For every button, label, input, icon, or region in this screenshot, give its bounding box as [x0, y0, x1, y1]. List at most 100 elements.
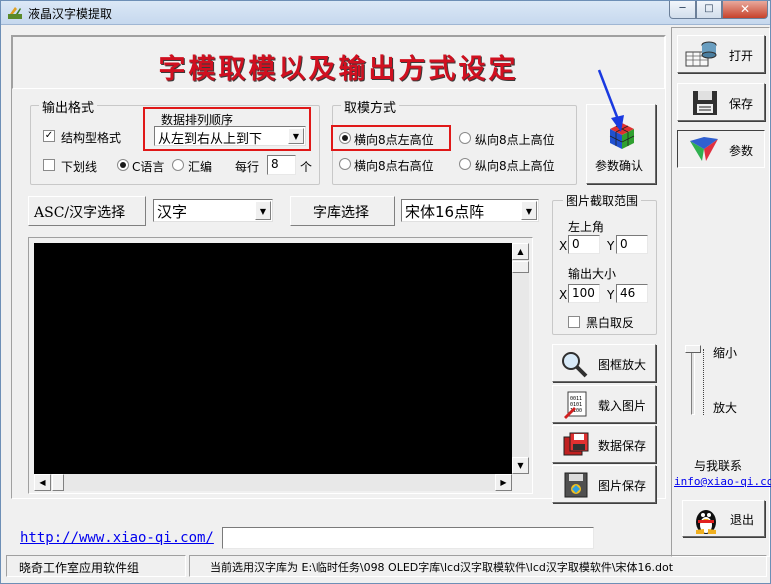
asm-radio[interactable]	[172, 159, 184, 171]
height-input[interactable]: 46	[616, 284, 648, 303]
exit-button[interactable]: 退出	[682, 500, 765, 537]
asc-select-label-box: ASC/汉字选择	[28, 196, 146, 226]
mode-label-v8-top-2: 纵向8点上高位	[475, 159, 555, 173]
scroll-thumb-vertical[interactable]	[512, 261, 529, 273]
chevron-down-icon[interactable]: ▼	[521, 201, 537, 220]
height-y-label: Y	[607, 288, 615, 302]
maximize-button[interactable]: □	[696, 1, 722, 19]
arrow-annotation-icon	[597, 69, 624, 132]
chevron-down-icon[interactable]: ▼	[288, 128, 304, 144]
mode-label-v8-top: 纵向8点上高位	[475, 133, 555, 147]
contact-email-link[interactable]: info@xiao-qi.com	[674, 475, 771, 488]
zoom-slider[interactable]	[683, 345, 705, 419]
top-left-label: 左上角	[568, 220, 605, 234]
asc-select-label: ASC/汉字选择	[34, 205, 126, 221]
status-bar-path: 当前选用汉字库为 E:\临时任务\098 OLED字库\lcd汉字取模软件\lc…	[189, 555, 767, 577]
c-lang-radio[interactable]	[117, 159, 129, 171]
save-label: 保存	[729, 97, 754, 111]
window-title: 液晶汉字模提取	[28, 7, 113, 21]
width-input[interactable]: 100	[568, 284, 600, 303]
top-left-y-input[interactable]: 0	[616, 235, 648, 254]
save-button[interactable]: 保存	[677, 83, 765, 121]
exit-label: 退出	[730, 513, 755, 527]
asc-select[interactable]: 汉字 ▼	[153, 199, 273, 222]
app-icon	[8, 7, 22, 19]
zoom-in-label: 放大	[713, 401, 738, 415]
scroll-left-button[interactable]: ◀	[34, 474, 51, 491]
zoom-box-button[interactable]: 图框放大	[552, 344, 656, 382]
y-label: Y	[607, 239, 615, 253]
open-database-icon	[685, 41, 717, 67]
banner-panel: 字模取模以及输出方式设定	[12, 36, 665, 89]
order-select-value: 从左到右从上到下	[158, 132, 263, 147]
vertical-scrollbar[interactable]: ▲ ▼	[512, 243, 529, 474]
open-label: 打开	[729, 49, 754, 63]
zoom-slider-ticks	[703, 349, 706, 415]
font-select-label: 字库选择	[313, 205, 369, 221]
mode-label-h8-left: 横向8点左高位	[354, 133, 434, 147]
struct-format-checkbox[interactable]: ✓	[43, 130, 55, 142]
url-input[interactable]	[222, 527, 594, 549]
horizontal-scrollbar[interactable]: ◀ ▶	[34, 474, 512, 491]
zoom-slider-thumb[interactable]	[685, 345, 701, 353]
asm-label: 汇编	[188, 160, 213, 174]
status-path-text: 当前选用汉字库为 E:\临时任务\098 OLED字库\lcd汉字取模软件\lc…	[210, 561, 674, 574]
c-lang-label: C语言	[132, 160, 165, 174]
output-size-label: 输出大小	[568, 267, 617, 281]
binary-file-icon: 0011 0101 1100	[564, 391, 587, 419]
font-select-label-box: 字库选择	[290, 196, 395, 226]
zoom-box-label: 图框放大	[598, 358, 647, 372]
mode-radio-v8-top[interactable]	[459, 132, 471, 144]
website-link[interactable]: http://www.xiao-qi.com/	[20, 530, 214, 546]
chevron-down-icon[interactable]: ▼	[255, 201, 271, 220]
mode-radio-h8-left[interactable]	[339, 132, 351, 144]
load-image-button[interactable]: 0011 0101 1100 载入图片	[552, 385, 656, 423]
mode-label-h8-right: 横向8点右高位	[354, 159, 434, 173]
title-bar[interactable]: 液晶汉字模提取 ─ □ ✕	[1, 1, 770, 25]
floppy-disk-icon	[563, 432, 589, 456]
invert-checkbox[interactable]	[568, 316, 580, 328]
open-button[interactable]: 打开	[677, 35, 765, 73]
order-select[interactable]: 从左到右从上到下 ▼	[154, 126, 306, 147]
status-bar-studio: 晓奇工作室应用软件组	[6, 555, 186, 577]
save-image-button[interactable]: 图片保存	[552, 465, 656, 503]
underline-label: 下划线	[61, 160, 98, 174]
zoom-slider-track	[691, 349, 695, 415]
crop-range-legend: 图片截取范围	[563, 192, 642, 209]
save-disk-icon	[693, 91, 717, 115]
params-button[interactable]: 参数	[677, 130, 765, 168]
save-data-button[interactable]: 数据保存	[552, 425, 656, 463]
sampling-mode-legend: 取模方式	[341, 97, 400, 116]
struct-format-label: 结构型格式	[61, 131, 122, 145]
per-line-input[interactable]: 8	[267, 155, 296, 175]
magnifier-icon	[562, 352, 588, 378]
preview-canvas[interactable]	[34, 243, 512, 474]
scroll-up-button[interactable]: ▲	[512, 243, 529, 260]
top-left-x-input[interactable]: 0	[568, 235, 600, 254]
output-format-legend: 输出格式	[39, 97, 98, 116]
scroll-down-button[interactable]: ▼	[512, 457, 529, 474]
image-disk-icon	[564, 472, 588, 498]
mode-radio-h8-right[interactable]	[339, 158, 351, 170]
banner-title: 字模取模以及输出方式设定	[158, 54, 519, 85]
close-button[interactable]: ✕	[722, 1, 768, 19]
per-line-unit: 个	[300, 160, 313, 174]
underline-checkbox[interactable]	[43, 159, 55, 171]
mode-radio-v8-top-2[interactable]	[459, 158, 471, 170]
params-label: 参数	[729, 144, 754, 158]
save-data-label: 数据保存	[598, 439, 647, 453]
font-select[interactable]: 宋体16点阵 ▼	[401, 199, 539, 222]
palette-icon	[690, 137, 718, 161]
app-window: 液晶汉字模提取 ─ □ ✕ 字模取模以及输出方式设定 输出格式 ✓ 结构型格式 …	[0, 0, 771, 584]
scroll-right-button[interactable]: ▶	[495, 474, 512, 491]
penguin-icon	[696, 510, 716, 534]
font-select-value: 宋体16点阵	[405, 203, 485, 221]
scroll-thumb-horizontal[interactable]	[52, 474, 64, 491]
studio-label: 晓奇工作室应用软件组	[19, 561, 140, 575]
per-line-label: 每行	[235, 160, 260, 174]
minimize-button[interactable]: ─	[669, 1, 696, 19]
save-image-label: 图片保存	[598, 479, 647, 493]
zoom-out-label: 缩小	[713, 346, 738, 360]
contact-label: 与我联系	[694, 459, 743, 473]
confirm-params-label: 参数确认	[595, 159, 644, 173]
